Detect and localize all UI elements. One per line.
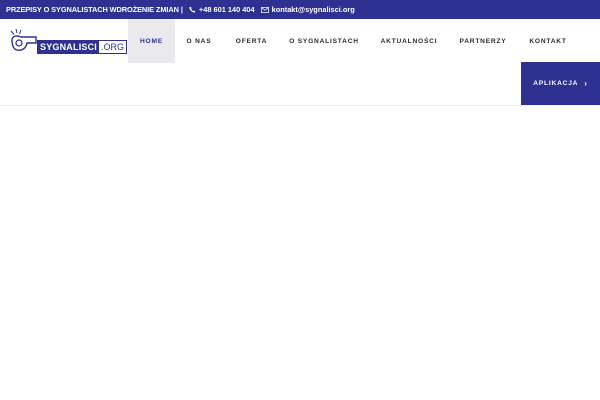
mail-icon	[260, 6, 269, 13]
top-separator: |	[180, 5, 183, 14]
logo-name: SYGNALISCI	[38, 41, 100, 53]
top-notice-link[interactable]: PRZEPISY O SYGNALISTACH WDROŻENIE ZMIAN	[6, 5, 179, 14]
nav-aktualnosci[interactable]: AKTUALNOŚCI	[375, 19, 443, 63]
nav-home[interactable]: HOME	[128, 19, 175, 63]
chevron-right-icon: ›	[584, 79, 588, 88]
logo-wordmark: SYGNALISCI .ORG	[37, 40, 128, 54]
nav-partnerzy[interactable]: PARTNERZY	[455, 19, 511, 63]
top-info-bar: PRZEPISY O SYGNALISTACH WDROŻENIE ZMIAN …	[0, 0, 600, 19]
site-header: SYGNALISCI .ORG HOME O NAS OFERTA O SYGN…	[0, 19, 600, 106]
nav-oferta[interactable]: OFERTA	[229, 19, 274, 63]
phone-number: +48 601 140 404	[198, 5, 255, 14]
site-logo[interactable]: SYGNALISCI .ORG	[9, 28, 128, 56]
aplikacja-label: APLIKACJA	[533, 80, 579, 87]
logo-tld: .ORG	[99, 41, 127, 53]
nav-o-sygnalistach[interactable]: O SYGNALISTACH	[286, 19, 362, 63]
nav-kontakt[interactable]: KONTAKT	[524, 19, 572, 63]
whistle-icon	[10, 28, 37, 51]
nav-o-nas[interactable]: O NAS	[180, 19, 218, 63]
aplikacja-button[interactable]: APLIKACJA ›	[521, 62, 600, 105]
email-address: kontakt@sygnalisci.org	[271, 5, 355, 14]
phone-link[interactable]: +48 601 140 404	[189, 5, 255, 14]
email-link[interactable]: kontakt@sygnalisci.org	[260, 5, 355, 14]
phone-icon	[189, 6, 196, 13]
